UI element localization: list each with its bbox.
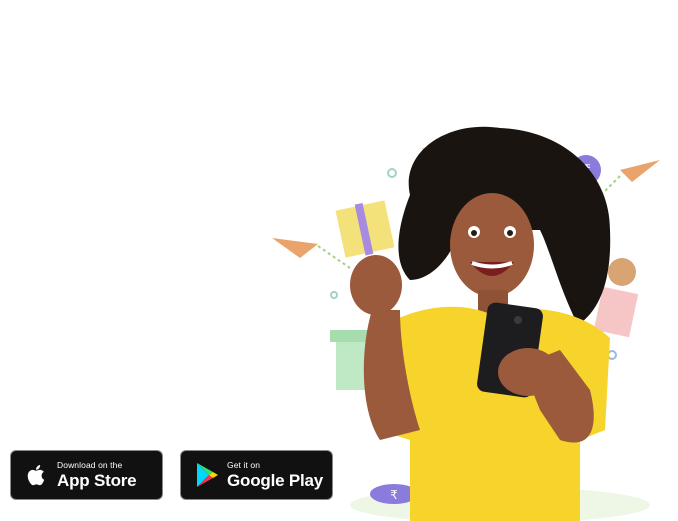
svg-text:₹: ₹ (390, 488, 398, 502)
google-play-icon (197, 463, 218, 487)
google-play-big-label: Google Play (227, 470, 324, 490)
decor-dot (387, 168, 397, 178)
decor-dot (330, 291, 338, 299)
apple-icon (27, 465, 45, 486)
app-store-big-label: App Store (57, 470, 137, 490)
app-store-small-label: Download on the (57, 460, 123, 471)
google-play-badge[interactable]: Get it on Google Play (180, 450, 333, 500)
fist (350, 255, 402, 315)
app-store-badge[interactable]: Download on the App Store (10, 450, 163, 500)
face (450, 193, 534, 297)
gift-box-yellow (335, 200, 395, 258)
google-play-small-label: Get it on (227, 460, 261, 471)
paper-plane-left (272, 238, 351, 269)
